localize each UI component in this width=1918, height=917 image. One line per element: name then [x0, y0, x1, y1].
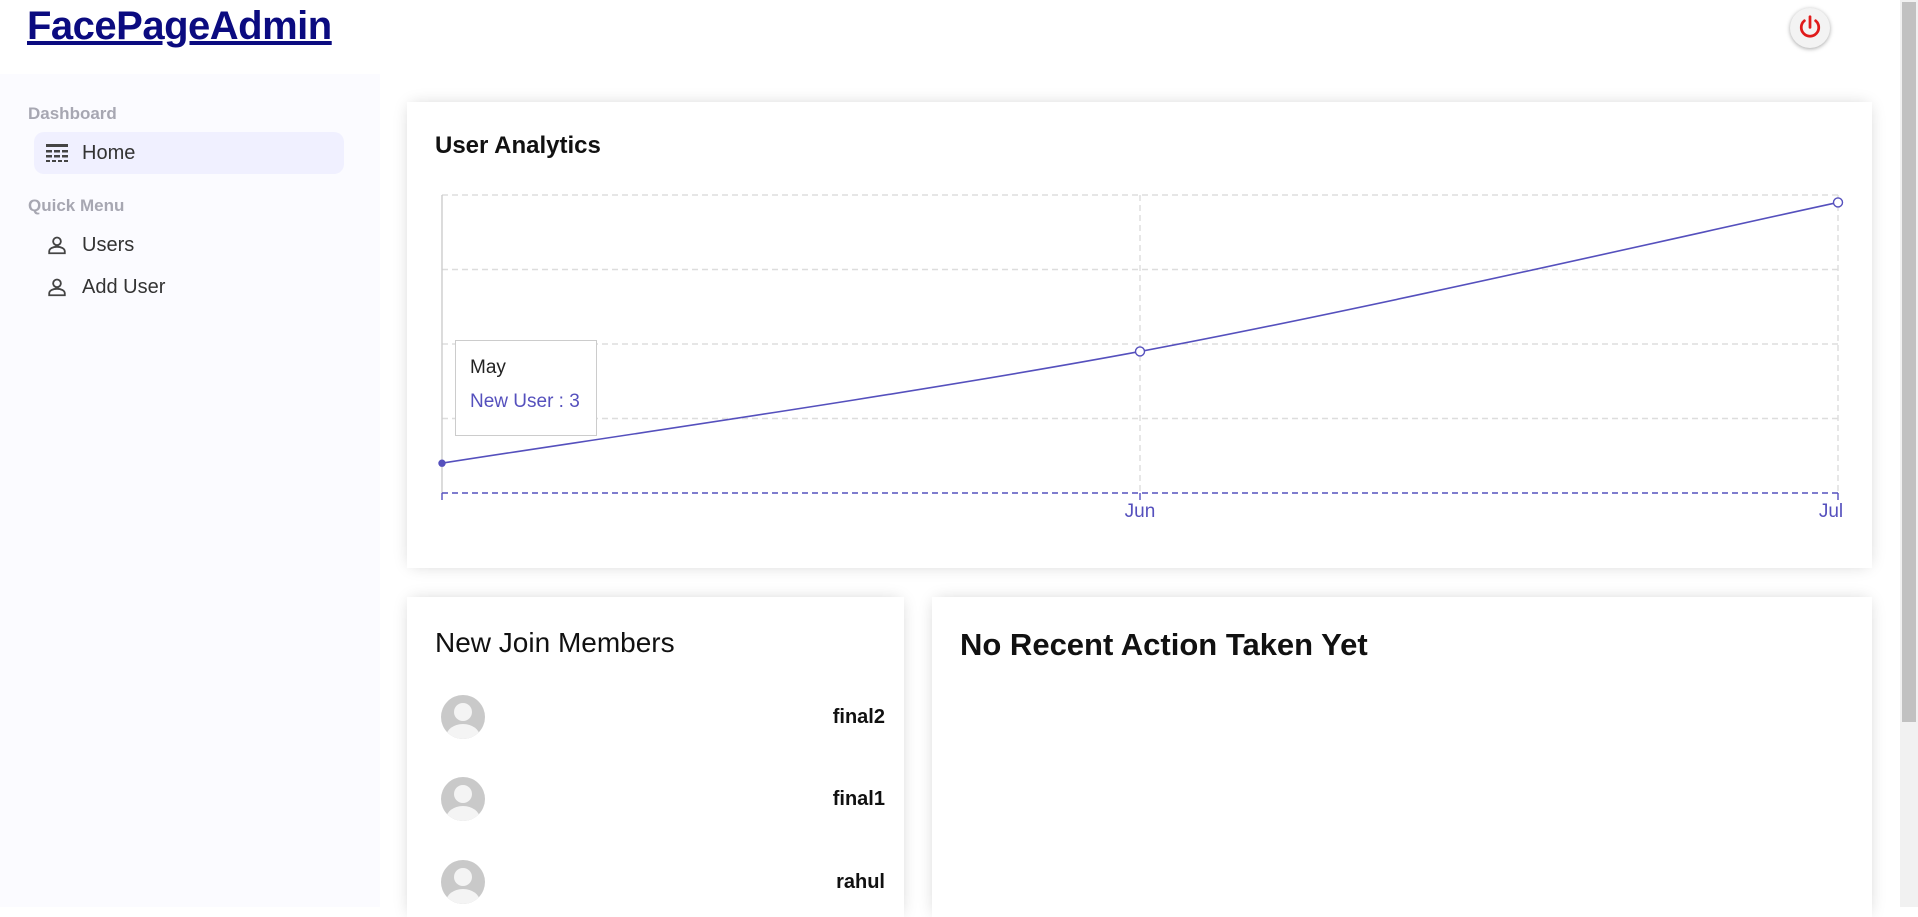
x-tick-label: Jul [1819, 501, 1843, 522]
member-name: final1 [832, 787, 885, 810]
app-logo[interactable]: FacePageAdmin [27, 4, 332, 49]
page-scrollbar[interactable] [1900, 0, 1918, 907]
member-name: final2 [832, 705, 885, 728]
data-point [1832, 197, 1844, 208]
sidebar-item-label: Add User [82, 275, 166, 298]
member-name: rahul [836, 870, 885, 893]
member-row[interactable]: final2 [441, 695, 885, 739]
sidebar-item-home[interactable]: Home [34, 132, 344, 174]
x-tick-label: Jun [1125, 501, 1156, 522]
sidebar-item-label: Home [82, 141, 136, 164]
power-icon [1799, 15, 1821, 38]
recent-actions-card: No Recent Action Taken Yet [932, 597, 1872, 917]
recent-actions-title: No Recent Action Taken Yet [960, 627, 1368, 662]
data-point [1134, 346, 1146, 357]
avatar [441, 777, 485, 821]
logout-button[interactable] [1790, 8, 1830, 48]
avatar [441, 860, 485, 904]
user-icon [44, 274, 70, 300]
tooltip-label: May [470, 357, 506, 378]
series-line-new-user [441, 201, 1839, 464]
data-point [438, 459, 446, 467]
user-analytics-card: User Analytics Jun Jul May New User : 3 [407, 102, 1872, 568]
sidebar-item-add-user[interactable]: Add User [34, 266, 344, 308]
sidebar-section-quick-menu: Quick Menu [28, 196, 125, 215]
chart-tooltip: May New User : 3 [455, 340, 597, 436]
sidebar: Dashboard Home Quick Menu Users Add User [0, 74, 380, 907]
new-join-members-card: New Join Members final2 final1 rahul [407, 597, 904, 917]
sidebar-item-users[interactable]: Users [34, 224, 344, 266]
top-bar: FacePageAdmin [0, 0, 1900, 74]
user-analytics-chart[interactable]: Jun Jul [407, 102, 1872, 568]
member-row[interactable]: final1 [441, 777, 885, 821]
avatar [441, 695, 485, 739]
sidebar-section-dashboard: Dashboard [28, 104, 117, 123]
tooltip-value: New User : 3 [470, 391, 580, 412]
sidebar-item-label: Users [82, 233, 135, 256]
home-icon [44, 140, 70, 166]
scrollbar-thumb[interactable] [1902, 2, 1916, 722]
user-icon [44, 232, 70, 258]
members-title: New Join Members [435, 627, 675, 658]
member-row[interactable]: rahul [441, 860, 885, 904]
